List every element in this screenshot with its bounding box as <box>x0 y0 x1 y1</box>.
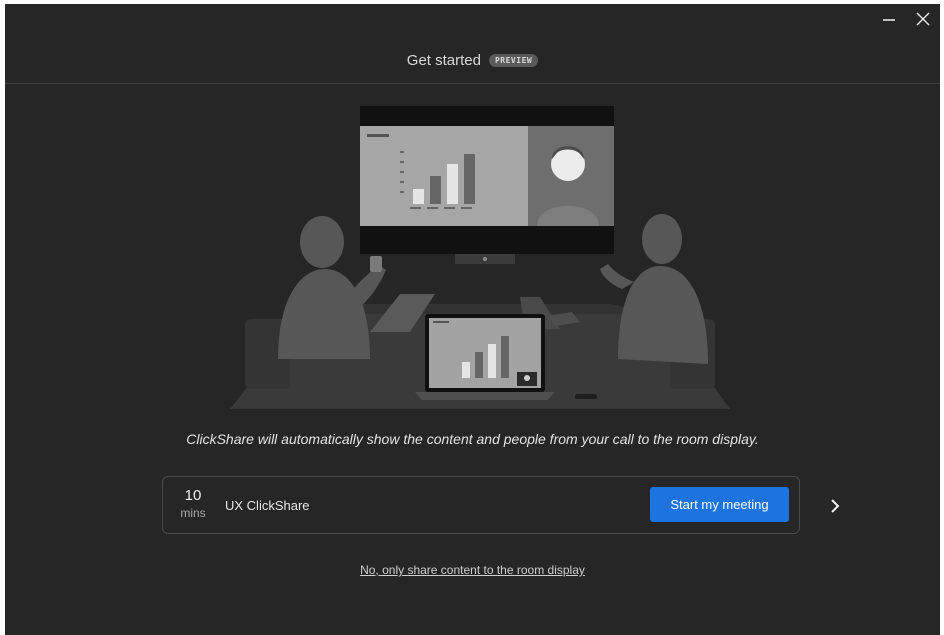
meeting-duration: 10 mins <box>175 487 211 520</box>
minimize-button[interactable] <box>872 4 906 34</box>
duration-unit: mins <box>180 506 206 520</box>
next-button[interactable] <box>823 494 847 518</box>
chevron-right-icon <box>831 499 840 513</box>
close-button[interactable] <box>906 4 940 34</box>
preview-badge: PREVIEW <box>488 53 539 67</box>
page-title: Get started <box>406 51 481 69</box>
start-meeting-button[interactable]: Start my meeting <box>650 487 789 522</box>
share-content-only-link[interactable]: No, only share content to the room displ… <box>360 563 585 577</box>
meeting-name: UX ClickShare <box>225 498 310 513</box>
minimize-icon <box>883 19 895 21</box>
meeting-card[interactable]: 10 mins UX ClickShare Start my meeting <box>162 476 800 534</box>
description-text: ClickShare will automatically show the c… <box>186 431 759 447</box>
window-controls <box>872 4 940 38</box>
room-display-illustration <box>360 106 614 264</box>
app-window: Get started PREVIEW ClickShare will auto… <box>5 4 940 635</box>
share-only-link-container: No, only share content to the room displ… <box>5 561 940 579</box>
header: Get started PREVIEW <box>5 40 940 80</box>
meeting-room-illustration <box>230 106 730 409</box>
header-divider <box>5 83 940 84</box>
center-laptop-illustration <box>415 314 555 400</box>
close-icon <box>916 12 930 26</box>
duration-value: 10 <box>184 487 202 504</box>
